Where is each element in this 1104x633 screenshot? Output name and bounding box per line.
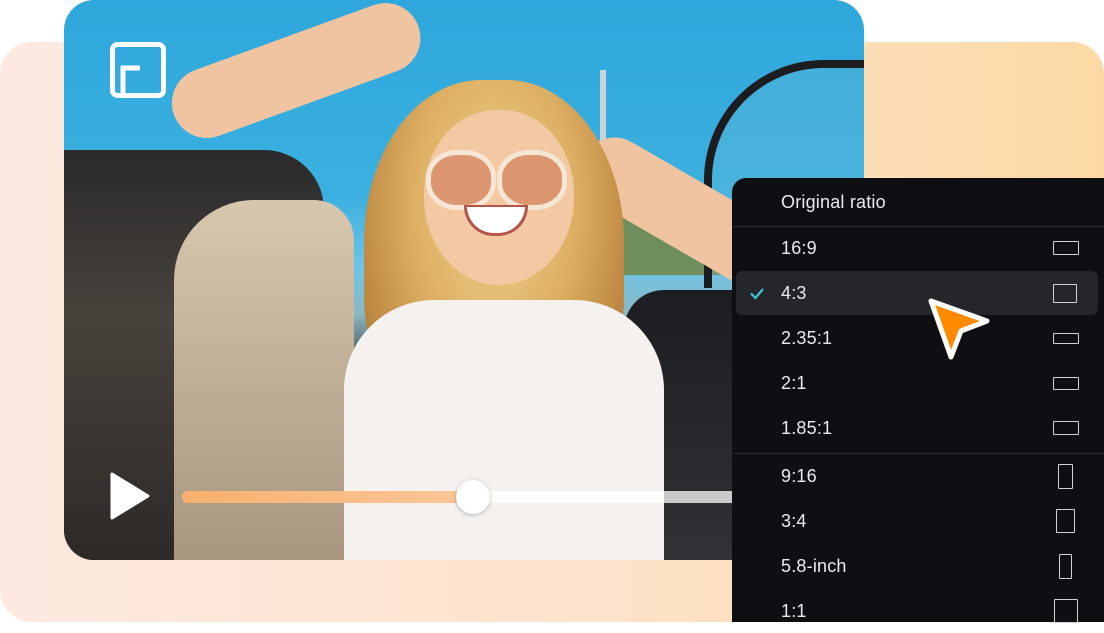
ratio-landscape-icon (1053, 241, 1079, 255)
menu-item-label: 2.35:1 (781, 327, 833, 348)
menu-item-1-1[interactable]: 1:1 (736, 589, 1098, 633)
ratio-landscape-icon (1053, 283, 1077, 303)
ratio-wide-icon (1053, 376, 1079, 390)
ratio-ultrawide-icon (1053, 332, 1079, 344)
ratio-portrait-icon (1058, 463, 1073, 489)
menu-item-5-8-inch[interactable]: 5.8-inch (736, 544, 1098, 588)
aspect-ratio-menu: Original ratio 16:9 4:3 2.35:1 2:1 1.85:… (732, 178, 1104, 623)
person-arm-left (162, 0, 431, 148)
ratio-portrait-icon (1056, 509, 1075, 533)
menu-item-label: 1.85:1 (781, 417, 833, 438)
menu-item-label: 2:1 (781, 372, 807, 393)
menu-item-label: 4:3 (781, 282, 807, 303)
menu-item-4-3[interactable]: 4:3 (736, 271, 1098, 315)
menu-item-label: 1:1 (781, 600, 807, 621)
cursor-arrow-icon (928, 298, 990, 360)
ratio-wide-icon (1053, 421, 1079, 435)
menu-item-label: 3:4 (781, 510, 807, 531)
menu-item-label: Original ratio (781, 191, 886, 212)
menu-item-2-35-1[interactable]: 2.35:1 (736, 316, 1098, 360)
menu-item-16-9[interactable]: 16:9 (736, 226, 1098, 270)
person-shirt (344, 300, 664, 560)
menu-item-3-4[interactable]: 3:4 (736, 499, 1098, 543)
sunglasses-lens-right (497, 150, 567, 210)
menu-item-9-16[interactable]: 9:16 (736, 454, 1098, 498)
menu-item-label: 5.8-inch (781, 555, 847, 576)
sunglasses-lens-left (426, 150, 496, 210)
menu-item-1-85-1[interactable]: 1.85:1 (736, 406, 1098, 450)
ratio-square-icon (1054, 599, 1078, 623)
ratio-phone-icon (1059, 553, 1072, 579)
menu-item-2-1[interactable]: 2:1 (736, 361, 1098, 405)
car-seat-cushion (174, 200, 354, 560)
check-icon (750, 288, 764, 300)
progress-fill (182, 491, 474, 503)
menu-item-label: 16:9 (781, 237, 817, 258)
progress-thumb[interactable] (456, 480, 491, 514)
aspect-ratio-icon[interactable] (110, 42, 166, 98)
menu-item-label: 9:16 (781, 465, 817, 486)
menu-item-original-ratio[interactable]: Original ratio (736, 180, 1098, 224)
play-icon[interactable] (108, 472, 152, 520)
progress-bar[interactable] (182, 480, 742, 514)
